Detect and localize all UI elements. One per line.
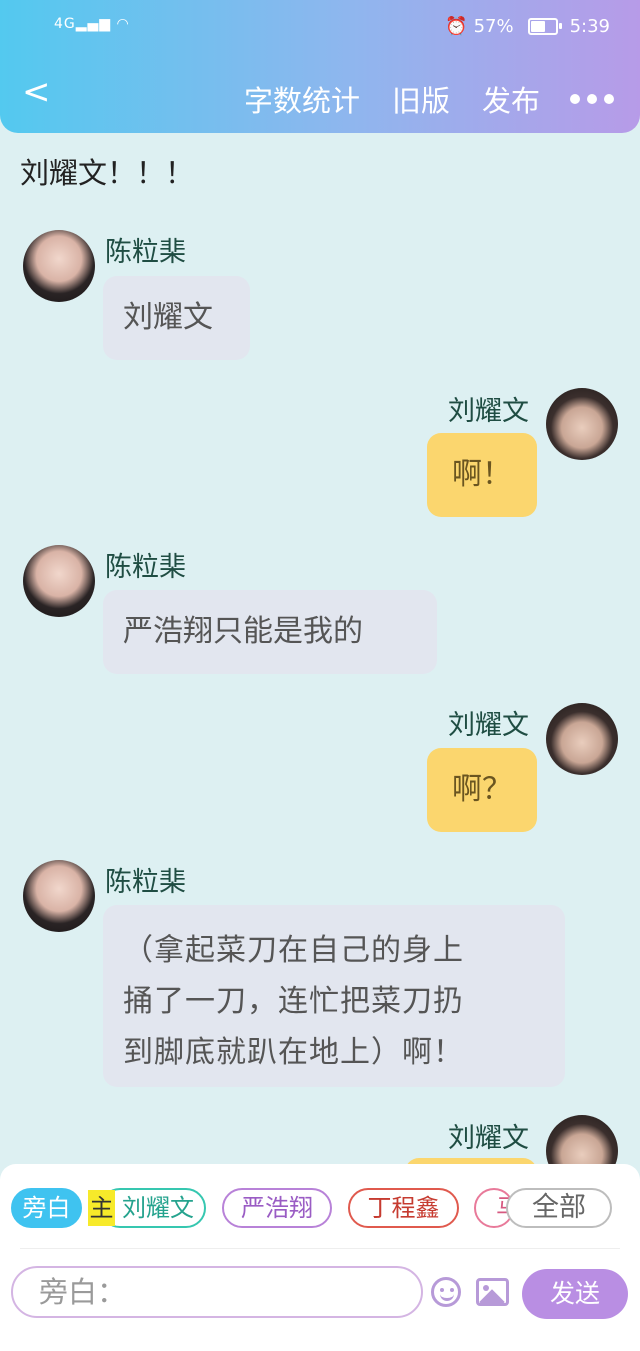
header-actions: 字数统计 旧版 发布 bbox=[244, 78, 614, 120]
all-roles-button[interactable]: 全部 bbox=[506, 1188, 612, 1228]
main-role-badge: 主 bbox=[88, 1190, 115, 1226]
back-icon[interactable]: < bbox=[22, 72, 51, 112]
avatar[interactable] bbox=[546, 703, 618, 775]
alarm-icon: ⏰ bbox=[445, 16, 468, 37]
message-bubble[interactable]: 严浩翔只能是我的 bbox=[103, 590, 437, 674]
role-chip-narrator[interactable]: 旁白 bbox=[11, 1188, 82, 1228]
message-input[interactable]: 旁白： bbox=[11, 1266, 423, 1318]
clock: 5:39 bbox=[569, 16, 610, 37]
word-count-button[interactable]: 字数统计 bbox=[244, 78, 360, 120]
more-icon[interactable] bbox=[570, 94, 614, 104]
avatar[interactable] bbox=[23, 230, 95, 302]
sender-name: 刘耀文 bbox=[448, 710, 529, 741]
message-bubble[interactable]: （拿起菜刀在自己的身上 捅了一刀，连忙把菜刀扔 到脚底就趴在地上）啊！ bbox=[103, 905, 565, 1087]
role-selector: 旁白 刘耀文 主 严浩翔 丁程鑫 马 全部 bbox=[0, 1188, 640, 1234]
message-bubble[interactable]: 啊？ bbox=[427, 748, 537, 832]
top-header: 4G▂▄▆ ◠ ⏰ 57% 5:39 < 字数统计 旧版 发布 bbox=[0, 0, 640, 133]
role-chip-yan-haoxiang[interactable]: 严浩翔 bbox=[222, 1188, 332, 1228]
status-right: ⏰ 57% 5:39 bbox=[445, 16, 610, 37]
composer-panel: 旁白 刘耀文 主 严浩翔 丁程鑫 马 全部 旁白： 发送 bbox=[0, 1164, 640, 1351]
image-icon[interactable] bbox=[476, 1278, 509, 1306]
send-button[interactable]: 发送 bbox=[522, 1269, 628, 1319]
role-chip-ding-chengxin[interactable]: 丁程鑫 bbox=[348, 1188, 459, 1228]
avatar[interactable] bbox=[23, 545, 95, 617]
role-chip-liu-yaowen[interactable]: 刘耀文 bbox=[100, 1188, 206, 1228]
narration-text: 刘耀文！！！ bbox=[20, 156, 195, 190]
battery-icon bbox=[527, 18, 562, 35]
avatar[interactable] bbox=[546, 388, 618, 460]
message-bubble[interactable]: 啊！ bbox=[427, 433, 537, 517]
message-bubble[interactable]: 刘耀文 bbox=[103, 276, 250, 360]
emoji-icon[interactable] bbox=[431, 1277, 461, 1307]
divider bbox=[20, 1248, 620, 1249]
signal-indicator: 4G▂▄▆ ◠ bbox=[54, 16, 130, 32]
sender-name: 陈粒棐 bbox=[105, 867, 186, 898]
publish-button[interactable]: 发布 bbox=[482, 78, 540, 120]
status-bar: 4G▂▄▆ ◠ ⏰ 57% 5:39 bbox=[0, 14, 640, 42]
old-version-button[interactable]: 旧版 bbox=[392, 78, 450, 120]
sender-name: 陈粒棐 bbox=[105, 552, 186, 583]
sender-name: 刘耀文 bbox=[448, 396, 529, 427]
battery-percent: 57% bbox=[473, 16, 514, 37]
avatar[interactable] bbox=[23, 860, 95, 932]
sender-name: 陈粒棐 bbox=[105, 237, 186, 268]
sender-name: 刘耀文 bbox=[448, 1123, 529, 1154]
